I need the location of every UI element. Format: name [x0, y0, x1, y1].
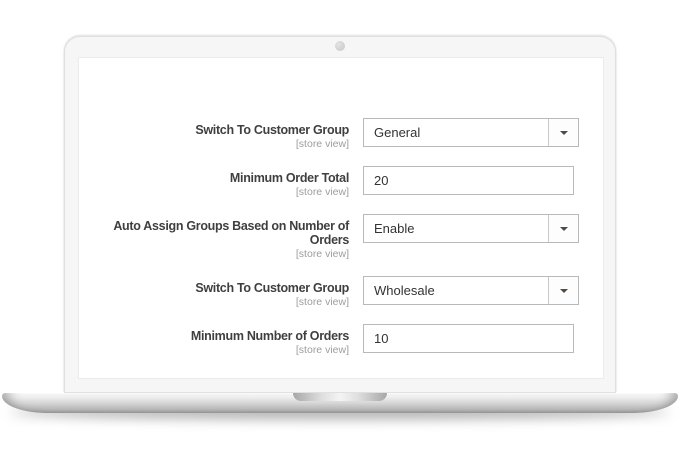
minimum-order-total-input[interactable] [363, 166, 574, 195]
field-label-group: Minimum Number of Orders [store view] [79, 324, 363, 356]
field-control [363, 324, 574, 353]
field-control [363, 166, 574, 195]
field-label: Minimum Order Total [229, 171, 349, 185]
field-label: Switch To Customer Group [195, 281, 349, 295]
laptop-base-notch [293, 393, 387, 401]
form-row: Minimum Number of Orders [store view] [79, 324, 603, 356]
field-scope: [store view] [295, 138, 349, 150]
form-row: Switch To Customer Group [store view] Ge… [79, 118, 603, 150]
field-control: Wholesale [363, 276, 579, 305]
select-value: Enable [374, 221, 415, 236]
laptop-screen: Switch To Customer Group [store view] Ge… [78, 57, 604, 379]
field-control: General [363, 118, 579, 147]
chevron-down-icon [548, 119, 578, 146]
field-label-group: Switch To Customer Group [store view] [79, 118, 363, 150]
field-scope: [store view] [295, 344, 349, 356]
webcam-icon [335, 41, 345, 51]
field-label: Minimum Number of Orders [190, 329, 349, 343]
laptop-mockup-stage: Switch To Customer Group [store view] Ge… [0, 0, 680, 450]
switch-to-customer-group-wholesale-select[interactable]: Wholesale [363, 276, 579, 305]
switch-to-customer-group-select[interactable]: General [363, 118, 579, 147]
field-scope: [store view] [295, 248, 349, 260]
settings-form: Switch To Customer Group [store view] Ge… [79, 118, 603, 372]
field-label: Switch To Customer Group [195, 123, 349, 137]
select-value: General [374, 125, 421, 140]
minimum-number-of-orders-input[interactable] [363, 324, 574, 353]
laptop-lid: Switch To Customer Group [store view] Ge… [64, 36, 616, 393]
field-label-group: Auto Assign Groups Based on Number of Or… [79, 214, 363, 260]
field-label-group: Switch To Customer Group [store view] [79, 276, 363, 308]
field-label: Auto Assign Groups Based on Number of Or… [113, 219, 349, 247]
auto-assign-groups-select[interactable]: Enable [363, 214, 579, 243]
form-row: Minimum Order Total [store view] [79, 166, 603, 198]
chevron-down-icon [548, 215, 578, 242]
field-label-group: Minimum Order Total [store view] [79, 166, 363, 198]
field-scope: [store view] [295, 186, 349, 198]
field-scope: [store view] [295, 296, 349, 308]
select-value: Wholesale [374, 283, 435, 298]
chevron-down-icon [548, 277, 578, 304]
form-row: Switch To Customer Group [store view] Wh… [79, 276, 603, 308]
form-row: Auto Assign Groups Based on Number of Or… [79, 214, 603, 260]
field-control: Enable [363, 214, 579, 243]
